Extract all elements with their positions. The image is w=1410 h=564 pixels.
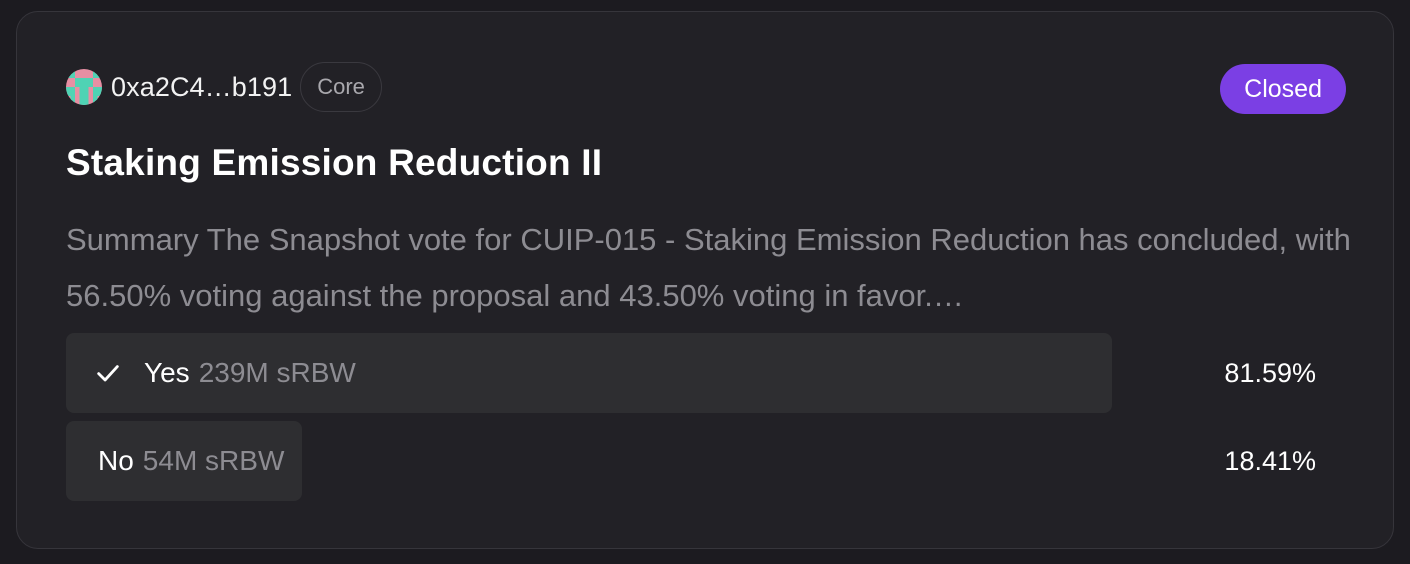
- proposal-card[interactable]: 0xa2C4…b191 Core Closed Staking Emission…: [16, 11, 1394, 549]
- author-address[interactable]: 0xa2C4…b191: [111, 72, 292, 103]
- choice-yes-percent: 81.59%: [1224, 357, 1316, 388]
- choice-no: No 54M sRBW 18.41%: [66, 421, 1316, 501]
- choice-yes-label: Yes 239M sRBW: [94, 333, 356, 413]
- choice-no-label: No 54M sRBW: [98, 421, 284, 501]
- proposal-summary: Summary The Snapshot vote for CUIP-015 -…: [66, 222, 1351, 313]
- choice-yes-amount: 239M sRBW: [198, 357, 356, 388]
- choice-yes-name: Yes: [144, 357, 190, 388]
- author-avatar[interactable]: [66, 69, 102, 105]
- choice-no-name: No: [98, 445, 134, 476]
- choice-no-amount: 54M sRBW: [142, 445, 285, 476]
- proposal-title[interactable]: Staking Emission Reduction II: [66, 142, 602, 184]
- check-icon: [97, 365, 119, 382]
- status-badge: Closed: [1220, 64, 1346, 114]
- proposal-header: 0xa2C4…b191 Core: [66, 60, 382, 114]
- choice-no-percent: 18.41%: [1224, 445, 1316, 476]
- space-tag: Core: [300, 62, 382, 112]
- choice-yes: Yes 239M sRBW 81.59%: [66, 333, 1316, 413]
